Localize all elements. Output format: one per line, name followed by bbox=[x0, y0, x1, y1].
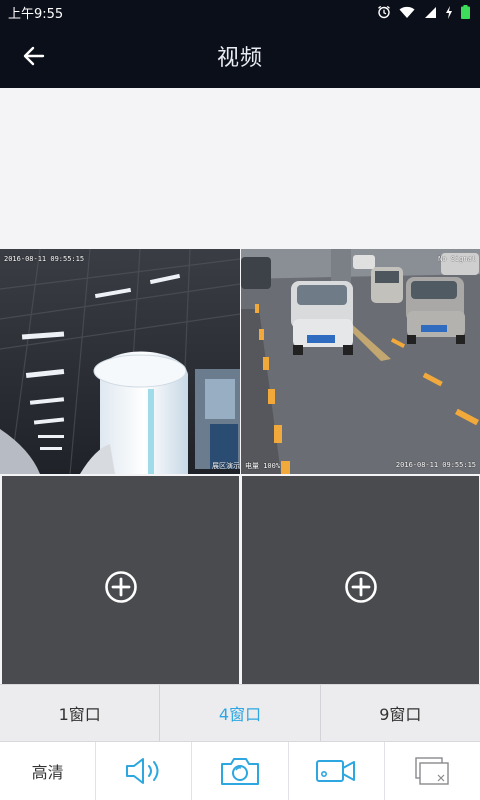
white-car bbox=[291, 281, 353, 355]
wifi-icon bbox=[399, 6, 415, 19]
camera-icon bbox=[221, 758, 259, 785]
close-windows-button[interactable] bbox=[383, 742, 480, 800]
video-window-2[interactable]: No Signal 电量 100% 2016-08-11 09:55:15 bbox=[241, 249, 480, 474]
osd-channel-name: 展区演示 bbox=[212, 462, 240, 470]
silver-car bbox=[406, 277, 465, 344]
close-windows-icon bbox=[415, 757, 450, 785]
add-circle-icon bbox=[104, 570, 137, 603]
window-mode-1[interactable]: 1窗口 bbox=[0, 685, 159, 741]
quality-button[interactable]: 高清 bbox=[0, 742, 95, 800]
add-video-button[interactable] bbox=[2, 476, 239, 697]
camera-feed-2 bbox=[241, 249, 480, 474]
window-mode-4[interactable]: 4窗口 bbox=[159, 685, 319, 741]
window-mode-9[interactable]: 9窗口 bbox=[319, 685, 480, 741]
osd-battery: 电量 100% bbox=[245, 462, 281, 470]
video-window-4 bbox=[242, 476, 479, 697]
window-mode-bar: 1窗口 4窗口 9窗口 bbox=[0, 684, 480, 742]
back-arrow-icon bbox=[23, 46, 45, 66]
bottom-toolbar: 高清 bbox=[0, 742, 480, 800]
status-time: 上午9:55 bbox=[8, 6, 64, 22]
video-area: 2016-08-11 09:55:15 展区演示 No Signal 电量 10… bbox=[0, 88, 480, 697]
speaker-icon bbox=[125, 758, 159, 784]
video-record-icon bbox=[316, 760, 356, 782]
osd-timestamp: 2016-08-11 09:55:15 bbox=[395, 461, 476, 469]
snapshot-button[interactable] bbox=[191, 742, 287, 800]
osd-timestamp: 2016-08-11 09:55:15 bbox=[4, 255, 85, 263]
page-title: 视频 bbox=[216, 46, 263, 71]
status-bar: 上午9:55 bbox=[0, 0, 480, 24]
charging-icon bbox=[445, 5, 453, 19]
alarm-icon bbox=[377, 5, 391, 19]
quality-label: 高清 bbox=[31, 763, 64, 782]
camera-feed-1 bbox=[0, 249, 240, 474]
status-icons bbox=[377, 5, 470, 19]
record-button[interactable] bbox=[287, 742, 384, 800]
battery-icon bbox=[461, 5, 470, 19]
video-window-1[interactable]: 2016-08-11 09:55:15 展区演示 bbox=[0, 249, 240, 474]
add-video-button[interactable] bbox=[242, 476, 479, 697]
audio-button[interactable] bbox=[95, 742, 191, 800]
add-circle-icon bbox=[344, 570, 377, 603]
back-button[interactable] bbox=[16, 38, 52, 74]
app-bar: 视频 bbox=[0, 24, 480, 88]
osd-signal: No Signal bbox=[438, 255, 476, 263]
signal-icon bbox=[423, 6, 437, 19]
video-window-3 bbox=[2, 476, 239, 697]
